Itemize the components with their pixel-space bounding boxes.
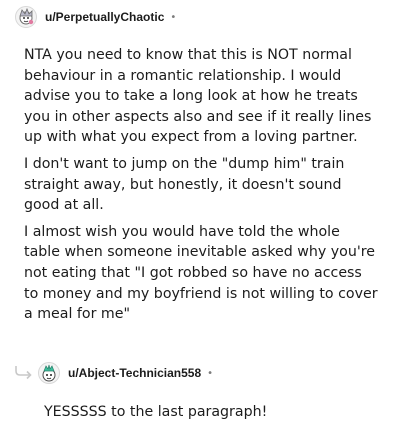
reply-header: u/Abject-Technician558 • [38, 361, 213, 385]
reply-thread-arrow-icon [15, 366, 32, 380]
separator-dot: • [170, 11, 177, 23]
comment-paragraph: I don't want to jump on the "dump him" t… [24, 155, 345, 214]
reply-user-avatar[interactable] [38, 362, 60, 384]
comment-body: NTA you need to know that this is NOT no… [24, 45, 380, 331]
comment-header: u/PerpetuallyChaotic • [15, 5, 176, 29]
separator-dot: • [207, 367, 214, 379]
reply-username[interactable]: u/Abject-Technician558 [68, 366, 201, 380]
comment-paragraph: I almost wish you would have told the wh… [24, 223, 378, 323]
snoo-avatar-icon [42, 364, 56, 382]
snoo-avatar-icon [19, 7, 34, 25]
comment-username[interactable]: u/PerpetuallyChaotic [45, 10, 164, 24]
user-avatar[interactable] [15, 6, 37, 28]
reply-body: YESSSSS to the last paragraph! [44, 404, 268, 420]
comment-paragraph: NTA you need to know that this is NOT no… [24, 47, 372, 146]
